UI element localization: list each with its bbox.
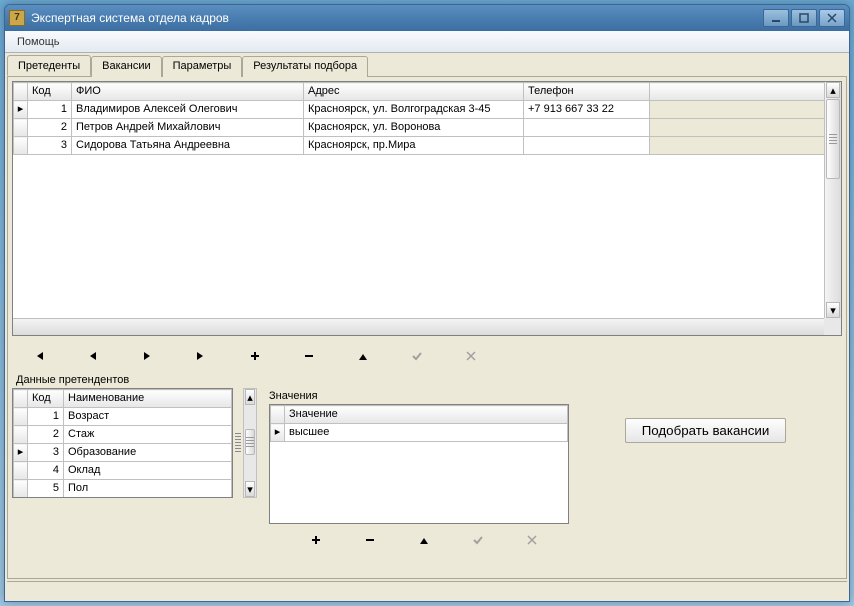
params-section-label: Данные претендентов bbox=[16, 374, 842, 386]
status-bar bbox=[7, 581, 847, 599]
col-code[interactable]: Код bbox=[28, 83, 72, 101]
col-code[interactable]: Код bbox=[28, 390, 64, 408]
nav-edit-button[interactable] bbox=[397, 528, 451, 552]
vertical-scrollbar[interactable]: ▴ ▾ bbox=[824, 82, 841, 318]
scroll-down-icon[interactable]: ▾ bbox=[826, 302, 840, 318]
horizontal-scrollbar[interactable] bbox=[13, 318, 824, 335]
tab-vacancies[interactable]: Вакансии bbox=[91, 56, 162, 77]
col-phone[interactable]: Телефон bbox=[524, 83, 650, 101]
tab-parameters[interactable]: Параметры bbox=[162, 56, 243, 77]
app-window: 7 Экспертная система отдела кадров Помощ… bbox=[4, 4, 850, 602]
minimize-button[interactable] bbox=[763, 9, 789, 27]
table-row[interactable]: 1Возраст bbox=[14, 408, 232, 426]
table-row[interactable]: ▸ высшее bbox=[271, 424, 568, 442]
scroll-up-icon[interactable]: ▴ bbox=[826, 82, 840, 98]
splitter-vertical[interactable] bbox=[233, 388, 243, 498]
tab-applicants[interactable]: Претеденты bbox=[7, 55, 91, 76]
col-value[interactable]: Значение bbox=[285, 406, 568, 424]
db-navigator bbox=[12, 340, 842, 372]
nav-insert-button[interactable] bbox=[228, 344, 282, 368]
close-button[interactable] bbox=[819, 9, 845, 27]
table-row[interactable]: 5Пол bbox=[14, 480, 232, 498]
indicator-header bbox=[14, 83, 28, 101]
table-row[interactable]: 3 Сидорова Татьяна Андреевна Красноярск,… bbox=[14, 137, 841, 155]
nav-delete-button[interactable] bbox=[282, 344, 336, 368]
table-row[interactable]: 2Стаж bbox=[14, 426, 232, 444]
col-name[interactable]: Наименование bbox=[64, 390, 232, 408]
pick-vacancies-button[interactable]: Подобрать вакансии bbox=[625, 418, 787, 443]
menubar: Помощь bbox=[5, 31, 849, 53]
table-row[interactable]: 2 Петров Андрей Михайлович Красноярск, у… bbox=[14, 119, 841, 137]
nav-cancel-button[interactable] bbox=[505, 528, 559, 552]
nav-prev-button[interactable] bbox=[66, 344, 120, 368]
col-fio[interactable]: ФИО bbox=[72, 83, 304, 101]
menu-help[interactable]: Помощь bbox=[9, 34, 68, 50]
app-icon: 7 bbox=[9, 10, 25, 26]
nav-next-button[interactable] bbox=[120, 344, 174, 368]
maximize-button[interactable] bbox=[791, 9, 817, 27]
params-grid[interactable]: Код Наименование 1Возраст 2Стаж ▸3Образо… bbox=[12, 388, 233, 498]
scroll-down-icon[interactable]: ▾ bbox=[245, 481, 255, 497]
nav-first-button[interactable] bbox=[12, 344, 66, 368]
window-title: Экспертная система отдела кадров bbox=[31, 11, 763, 25]
nav-edit-button[interactable] bbox=[336, 344, 390, 368]
scroll-thumb[interactable] bbox=[826, 99, 840, 179]
table-row[interactable]: ▸3Образование bbox=[14, 444, 232, 462]
titlebar: 7 Экспертная система отдела кадров bbox=[5, 5, 849, 31]
nav-cancel-button[interactable] bbox=[444, 344, 498, 368]
vertical-scrollbar[interactable]: ▴ ▾ bbox=[243, 388, 257, 498]
table-row[interactable]: 4Оклад bbox=[14, 462, 232, 480]
values-grid[interactable]: Значение ▸ высшее bbox=[269, 404, 569, 524]
nav-delete-button[interactable] bbox=[343, 528, 397, 552]
scroll-thumb[interactable] bbox=[245, 429, 255, 455]
values-navigator bbox=[269, 528, 569, 552]
nav-insert-button[interactable] bbox=[289, 528, 343, 552]
tab-results[interactable]: Результаты подбора bbox=[242, 56, 368, 77]
tab-strip: Претеденты Вакансии Параметры Результаты… bbox=[5, 53, 849, 76]
col-address[interactable]: Адрес bbox=[304, 83, 524, 101]
table-row[interactable]: ▸ 1 Владимиров Алексей Олегович Краснояр… bbox=[14, 101, 841, 119]
nav-post-button[interactable] bbox=[451, 528, 505, 552]
applicants-grid[interactable]: Код ФИО Адрес Телефон ▸ 1 Владимиров Але… bbox=[12, 81, 842, 336]
nav-post-button[interactable] bbox=[390, 344, 444, 368]
scroll-up-icon[interactable]: ▴ bbox=[245, 389, 255, 405]
nav-last-button[interactable] bbox=[174, 344, 228, 368]
values-section-label: Значения bbox=[269, 390, 565, 402]
